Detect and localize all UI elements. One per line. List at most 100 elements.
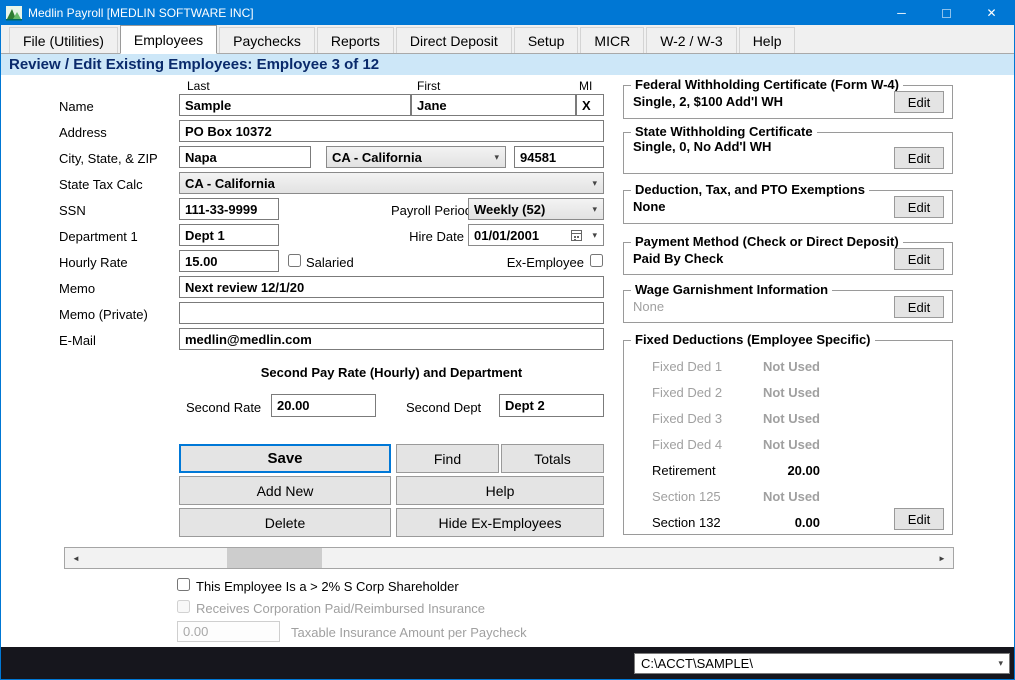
city-input[interactable] [179,146,311,168]
scroll-right-arrow-icon[interactable]: ► [931,548,953,568]
section-132-label: Section 132 [652,515,721,530]
chevron-down-icon: ▾ [998,658,1003,669]
name-label: Name [59,99,94,114]
tab-paychecks[interactable]: Paychecks [219,27,315,53]
payroll-period-dropdown[interactable]: Weekly (52) ▾ [468,198,604,220]
salaried-checkbox[interactable] [288,254,301,267]
fixed-deduction-row: Section 125 Not Used [652,489,820,504]
wage-garnishment-edit-button[interactable]: Edit [894,296,944,318]
chevron-down-icon: ▾ [592,230,597,241]
hide-ex-employees-button[interactable]: Hide Ex-Employees [396,508,604,537]
tab-reports[interactable]: Reports [317,27,394,53]
zip-input[interactable] [514,146,604,168]
federal-withholding-edit-button[interactable]: Edit [894,91,944,113]
city-state-zip-label: City, State, & ZIP [59,151,158,166]
memo-private-label: Memo (Private) [59,307,148,322]
memo-private-input[interactable] [179,302,604,324]
ex-employee-checkbox[interactable] [590,254,603,267]
insurance-amount-label: Taxable Insurance Amount per Paycheck [291,625,527,640]
find-button[interactable]: Find [396,444,499,473]
exemptions-group: Deduction, Tax, and PTO Exemptions None … [623,190,953,224]
window-title: Medlin Payroll [MEDLIN SOFTWARE INC] [28,6,879,20]
second-rate-input[interactable] [271,394,376,417]
maximize-button[interactable] [924,1,969,25]
close-icon: ✕ [986,6,996,20]
help-button[interactable]: Help [396,476,604,505]
retirement-value: 20.00 [787,463,820,478]
tab-help[interactable]: Help [739,27,796,53]
state-withholding-title: State Withholding Certificate [631,124,817,139]
payment-method-value: Paid By Check [633,251,723,266]
fixed-deduction-row: Fixed Ded 1 Not Used [652,359,820,374]
footer-bar: C:\ACCT\SAMPLE\ ▾ [1,647,1014,679]
second-rate-label: Second Rate [186,400,261,415]
fixed-ded-1-label: Fixed Ded 1 [652,359,722,374]
hire-date-input[interactable]: 01/01/2001 ▾ [468,224,604,246]
second-dept-input[interactable] [499,394,604,417]
state-tax-calc-dropdown[interactable]: CA - California ▾ [179,172,604,194]
memo-input[interactable] [179,276,604,298]
ssn-input[interactable] [179,198,279,220]
state-dropdown[interactable]: CA - California ▾ [326,146,506,168]
horizontal-scrollbar[interactable]: ◄ ► [64,547,954,569]
scrollbar-thumb[interactable] [227,548,322,568]
wage-garnishment-title: Wage Garnishment Information [631,282,832,297]
insurance-checkbox[interactable] [177,600,190,613]
hourly-rate-label: Hourly Rate [59,255,128,270]
first-name-input[interactable] [411,94,576,116]
data-path-combobox[interactable]: C:\ACCT\SAMPLE\ ▾ [634,653,1010,674]
wage-garnishment-group: Wage Garnishment Information None Edit [623,290,953,323]
fixed-deductions-edit-button[interactable]: Edit [894,508,944,530]
chevron-down-icon: ▾ [592,204,597,215]
last-name-input[interactable] [179,94,411,116]
scrollbar-track[interactable] [87,548,931,568]
payment-method-edit-button[interactable]: Edit [894,248,944,270]
department1-label: Department 1 [59,229,138,244]
state-withholding-edit-button[interactable]: Edit [894,147,944,169]
tab-file-utilities[interactable]: File (Utilities) [9,27,118,53]
tab-employees[interactable]: Employees [120,25,217,54]
email-input[interactable] [179,328,604,350]
exemptions-edit-button[interactable]: Edit [894,196,944,218]
add-new-button[interactable]: Add New [179,476,391,505]
minimize-button[interactable]: ─ [879,1,924,25]
chevron-down-icon: ▾ [494,152,499,163]
s-corp-shareholder-label[interactable]: This Employee Is a > 2% S Corp Sharehold… [196,579,459,594]
payroll-period-label: Payroll Period [391,203,464,218]
close-button[interactable]: ✕ [969,1,1014,25]
hourly-rate-input[interactable] [179,250,279,272]
exemptions-title: Deduction, Tax, and PTO Exemptions [631,182,869,197]
totals-button[interactable]: Totals [501,444,604,473]
insurance-amount-input[interactable] [177,621,280,642]
save-button[interactable]: Save [179,444,391,473]
titlebar: Medlin Payroll [MEDLIN SOFTWARE INC] ─ ✕ [1,1,1014,25]
department1-input[interactable] [179,224,279,246]
maximize-icon [942,9,951,18]
state-withholding-group: State Withholding Certificate Single, 0,… [623,132,953,174]
fixed-ded-4-label: Fixed Ded 4 [652,437,722,452]
tab-setup[interactable]: Setup [514,27,579,53]
ex-employee-label[interactable]: Ex-Employee [501,255,584,270]
tab-micr[interactable]: MICR [580,27,644,53]
second-dept-label: Second Dept [406,400,481,415]
federal-withholding-group: Federal Withholding Certificate (Form W-… [623,85,953,119]
payment-method-title: Payment Method (Check or Direct Deposit) [631,234,903,249]
second-pay-section-title: Second Pay Rate (Hourly) and Department [179,365,604,380]
minimize-icon: ─ [897,6,906,20]
federal-withholding-value: Single, 2, $100 Add'l WH [633,94,783,109]
address-input[interactable] [179,120,604,142]
salaried-label[interactable]: Salaried [306,255,354,270]
calendar-icon [571,230,582,241]
tab-w2-w3[interactable]: W-2 / W-3 [646,27,737,53]
fixed-ded-3-value: Not Used [763,411,820,426]
data-path-value: C:\ACCT\SAMPLE\ [641,656,753,671]
fixed-ded-2-label: Fixed Ded 2 [652,385,722,400]
middle-initial-input[interactable] [576,94,604,116]
delete-button[interactable]: Delete [179,508,391,537]
tab-direct-deposit[interactable]: Direct Deposit [396,27,512,53]
s-corp-shareholder-checkbox[interactable] [177,578,190,591]
scroll-left-arrow-icon[interactable]: ◄ [65,548,87,568]
exemptions-value: None [633,199,666,214]
hire-date-value: 01/01/2001 [474,228,539,243]
app-window: Medlin Payroll [MEDLIN SOFTWARE INC] ─ ✕… [0,0,1015,680]
